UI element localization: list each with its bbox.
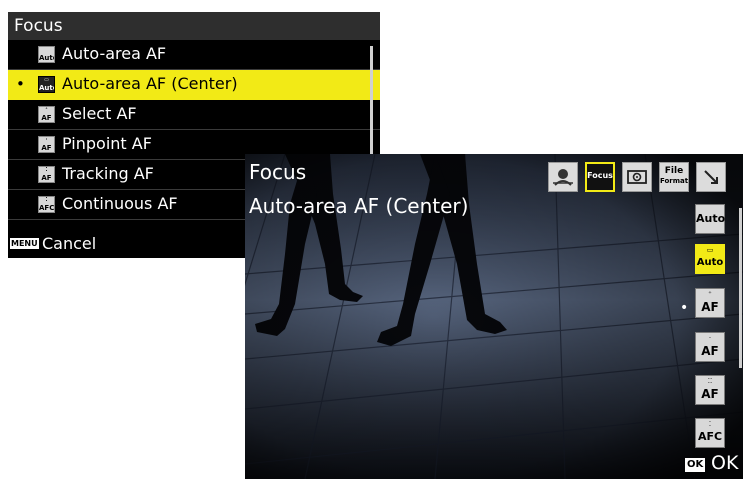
live-view-title: Focus — [249, 160, 307, 184]
side-item-select-af[interactable]: ⁺ AF — [695, 288, 725, 318]
continuous-af-icon: ⁚ AFC — [38, 196, 55, 213]
auto-area-center-icon: Auto — [696, 257, 724, 268]
metering-tab[interactable] — [622, 162, 652, 192]
pinpoint-af-icon: · AF — [38, 136, 55, 153]
continuous-af-icon: AFC — [697, 430, 723, 443]
menu-item-label: Tracking AF — [62, 164, 154, 183]
tracking-af-icon: AF — [701, 387, 719, 401]
side-item-pinpoint-af[interactable]: · AF — [695, 332, 725, 362]
continuous-dots-icon: ⁚ — [708, 420, 712, 428]
selected-bullet-icon: • — [680, 300, 689, 316]
live-view-screen: Focus Auto-area AF (Center) Focus File Fo… — [245, 154, 743, 479]
menu-item-auto-area-af-center[interactable]: • ▭Auto Auto-area AF (Center) — [8, 70, 380, 100]
ok-label: OK — [711, 452, 739, 474]
menu-title: Focus — [14, 16, 63, 36]
side-item-continuous-af[interactable]: ⁚ AFC — [695, 418, 725, 448]
menu-item-label: Continuous AF — [62, 194, 178, 213]
metering-icon — [627, 170, 647, 184]
select-af-icon: AF — [701, 300, 719, 314]
menu-item-label: Auto-area AF (Center) — [62, 74, 238, 93]
side-item-tracking-af[interactable]: ⁚⁚ AF — [695, 375, 725, 405]
menu-header: Focus — [8, 12, 380, 40]
menu-item-select-af[interactable]: ⁺ AF Select AF — [8, 100, 380, 130]
af-mode-column: Auto • ▭ Auto ⁺ AF · AF ⁚⁚ AF ⁚ AFC — [675, 202, 743, 460]
file-format-tab[interactable]: File Format — [659, 162, 689, 192]
dot-icon: · — [708, 334, 712, 342]
scene-tab[interactable] — [548, 162, 578, 192]
portrait-icon — [553, 169, 573, 186]
tracking-af-icon: ⁚ AF — [38, 166, 55, 183]
cancel-label: Cancel — [42, 234, 97, 253]
file-format-tab-label: File Format — [660, 166, 689, 185]
selected-bullet-icon: • — [16, 75, 25, 93]
menu-item-label: Select AF — [62, 104, 137, 123]
side-scrollbar[interactable] — [739, 208, 742, 368]
tracking-dots-icon: ⁚⁚ — [707, 377, 713, 385]
side-item-auto-area-center[interactable]: ▭ Auto — [695, 244, 725, 274]
current-af-mode: Auto-area AF (Center) — [249, 194, 469, 218]
auto-area-icon: Auto — [38, 46, 55, 63]
side-item-auto-area[interactable]: Auto — [695, 204, 725, 234]
more-tab[interactable] — [696, 162, 726, 192]
arrow-icon — [704, 170, 718, 184]
center-frame-icon: ▭ — [706, 246, 714, 254]
auto-area-center-icon: ▭Auto — [38, 76, 55, 93]
crosshair-icon: ⁺ — [708, 290, 712, 298]
focus-tab[interactable]: Focus — [585, 162, 615, 192]
focus-tab-label: Focus — [587, 171, 613, 180]
auto-area-icon: Auto — [696, 212, 726, 225]
menu-item-label: Auto-area AF — [62, 44, 167, 63]
pinpoint-af-icon: AF — [701, 344, 719, 358]
menu-item-auto-area-af[interactable]: Auto Auto-area AF — [8, 40, 380, 70]
select-af-icon: ⁺ AF — [38, 106, 55, 123]
ok-button-icon[interactable]: OK — [685, 458, 706, 472]
menu-button-icon: MENU — [10, 238, 39, 249]
menu-item-label: Pinpoint AF — [62, 134, 152, 153]
